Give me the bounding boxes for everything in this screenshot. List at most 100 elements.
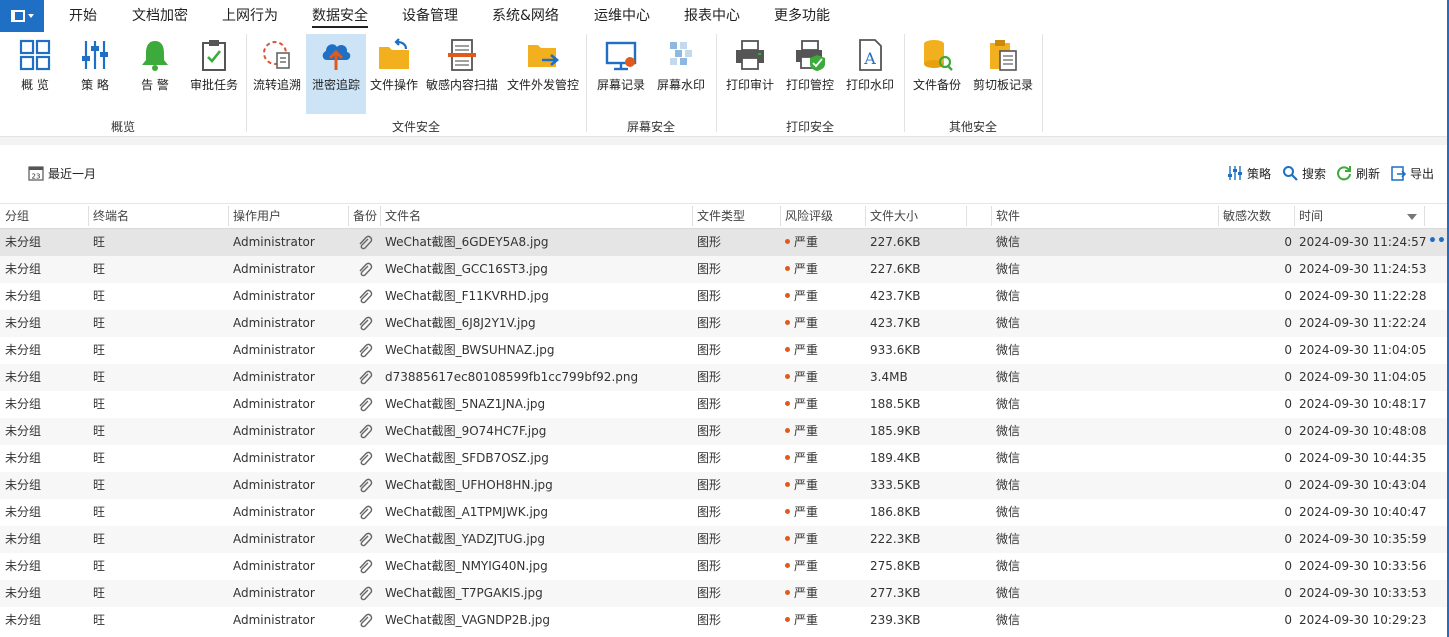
attachment-clip-icon[interactable] (357, 235, 373, 251)
column-header-terminal[interactable]: 终端名 (88, 204, 228, 229)
column-header-time[interactable]: 时间 (1294, 204, 1424, 229)
export-button[interactable]: 导出 (1390, 163, 1434, 183)
cell-user: Administrator (233, 289, 315, 303)
column-header-risk-level[interactable]: 风险评级 (780, 204, 865, 229)
column-header-file-size[interactable]: 文件大小 (865, 204, 966, 229)
risk-level-text: 严重 (794, 262, 819, 276)
cell-file-name: WeChat截图_SFDB7OSZ.jpg (385, 451, 549, 465)
screen-record-icon (605, 41, 637, 71)
column-divider[interactable] (1424, 206, 1425, 226)
menu-item-system-network[interactable]: 系统&网络 (492, 0, 559, 32)
risk-severe-dot-icon (785, 347, 790, 352)
row-more-options-icon[interactable]: ••• (1428, 229, 1449, 256)
cell-time: 2024-09-30 10:48:08 (1299, 424, 1427, 438)
cell-time: 2024-09-30 11:04:05 (1299, 343, 1427, 357)
column-header-blank[interactable] (966, 204, 991, 229)
table-row[interactable]: 未分组 旺 Administrator WeChat截图_GCC16ST3.jpg 图形… (0, 256, 1449, 283)
file-backup-icon (924, 40, 953, 71)
table-row[interactable]: 未分组 旺 Administrator WeChat截图_F11KVRHD.jpg 图形… (0, 283, 1449, 310)
overview-button[interactable]: 概 览 (10, 34, 60, 112)
table-row[interactable]: 未分组 旺 Administrator WeChat截图_SFDB7OSZ.jpg 图形… (0, 445, 1449, 472)
print-watermark-button[interactable]: A 打印水印 (842, 34, 898, 112)
table-row[interactable]: 未分组 旺 Administrator WeChat截图_UFHOH8HN.jpg 图形… (0, 472, 1449, 499)
menu-item-ops-center[interactable]: 运维中心 (594, 0, 650, 32)
table-row[interactable]: 未分组 旺 Administrator WeChat截图_T7PGAKIS.jpg 图形… (0, 580, 1449, 607)
screen-record-button[interactable]: 屏幕记录 (594, 34, 648, 112)
table-row[interactable]: 未分组 旺 Administrator WeChat截图_5NAZ1JNA.jpg 图形… (0, 391, 1449, 418)
table-row[interactable]: 未分组 旺 Administrator WeChat截图_VAGNDP2B.jpg 图形… (0, 607, 1449, 634)
cell-file-size: 185.9KB (870, 424, 921, 438)
flow-trace-button[interactable]: 流转追溯 (250, 34, 304, 112)
print-control-button[interactable]: 打印管控 (782, 34, 838, 112)
search-button[interactable]: 搜索 (1282, 163, 1326, 183)
attachment-clip-icon[interactable] (357, 343, 373, 359)
file-backup-button[interactable]: 文件备份 (910, 34, 964, 112)
app-menu-button[interactable] (0, 0, 44, 32)
sensitive-scan-button[interactable]: 敏感内容扫描 (424, 34, 500, 112)
column-header-sensitive-count[interactable]: 敏感次数 (1218, 204, 1294, 229)
refresh-button[interactable]: 刷新 (1336, 163, 1380, 183)
table-row[interactable]: 未分组 旺 Administrator WeChat截图_A1TPMJWK.jpg 图形… (0, 499, 1449, 526)
print-audit-button[interactable]: 打印审计 (724, 34, 776, 112)
screen-watermark-icon (670, 42, 692, 65)
column-header-software[interactable]: 软件 (991, 204, 1218, 229)
clipboard-record-button[interactable]: 剪切板记录 (970, 34, 1036, 112)
chevron-down-icon (27, 14, 34, 18)
file-operation-button[interactable]: 文件操作 (368, 34, 420, 112)
cell-group: 未分组 (5, 505, 42, 519)
attachment-clip-icon[interactable] (357, 397, 373, 413)
column-header-backup[interactable]: 备份 (348, 204, 380, 229)
attachment-clip-icon[interactable] (357, 532, 373, 548)
cell-software: 微信 (996, 451, 1021, 465)
table-row[interactable]: 未分组 旺 Administrator WeChat截图_6J8J2Y1V.jpg 图形… (0, 310, 1449, 337)
menu-item-data-security[interactable]: 数据安全 (312, 0, 368, 32)
risk-severe-dot-icon (785, 374, 790, 379)
table-row[interactable]: 未分组 旺 Administrator WeChat截图_NMYIG40N.jpg 图形… (0, 553, 1449, 580)
menu-item-internet-behavior[interactable]: 上网行为 (222, 0, 278, 32)
alarm-button[interactable]: 告 警 (130, 34, 180, 112)
policy-button[interactable]: 策 略 (70, 34, 120, 112)
attachment-clip-icon[interactable] (357, 613, 373, 629)
group-label-print-security: 打印安全 (785, 120, 834, 134)
attachment-clip-icon[interactable] (357, 451, 373, 467)
cell-software: 微信 (996, 424, 1021, 438)
cell-file-type: 图形 (697, 613, 722, 627)
cell-software: 微信 (996, 343, 1021, 357)
policy-toolbar-button[interactable]: 策略 (1227, 163, 1271, 183)
attachment-clip-icon[interactable] (357, 262, 373, 278)
file-outgoing-control-button[interactable]: 文件外发管控 (504, 34, 582, 112)
cell-user: Administrator (233, 316, 315, 330)
menu-item-start[interactable]: 开始 (69, 0, 97, 32)
cell-file-type: 图形 (697, 397, 722, 411)
sensitive-scan-document-icon (448, 39, 476, 71)
attachment-clip-icon[interactable] (357, 370, 373, 386)
screen-watermark-button[interactable]: 屏幕水印 (654, 34, 708, 112)
column-header-group[interactable]: 分组 (0, 204, 88, 229)
table-row[interactable]: 未分组 旺 Administrator WeChat截图_6GDEY5A8.jpg 图形… (0, 229, 1449, 256)
leak-tracking-button[interactable]: 泄密追踪 (306, 34, 366, 114)
sort-descending-icon[interactable] (1407, 213, 1417, 221)
column-header-user[interactable]: 操作用户 (228, 204, 348, 229)
column-header-file-type[interactable]: 文件类型 (692, 204, 780, 229)
attachment-clip-icon[interactable] (357, 505, 373, 521)
date-range-button[interactable]: 23 最近一月 (28, 163, 96, 183)
attachment-clip-icon[interactable] (357, 289, 373, 305)
menu-item-device-management[interactable]: 设备管理 (402, 0, 458, 32)
attachment-clip-icon[interactable] (357, 559, 373, 575)
menu-item-more-features[interactable]: 更多功能 (774, 0, 830, 32)
cell-file-type: 图形 (697, 586, 722, 600)
approval-task-button[interactable]: 审批任务 (186, 34, 242, 112)
attachment-clip-icon[interactable] (357, 586, 373, 602)
attachment-clip-icon[interactable] (357, 424, 373, 440)
attachment-clip-icon[interactable] (357, 316, 373, 332)
table-row[interactable]: 未分组 旺 Administrator WeChat截图_YADZJTUG.jpg 图形… (0, 526, 1449, 553)
cell-time: 2024-09-30 10:35:59 (1299, 532, 1427, 546)
table-row[interactable]: 未分组 旺 Administrator d73885617ec80108599fb1c… (0, 364, 1449, 391)
column-header-file-name[interactable]: 文件名 (380, 204, 692, 229)
cell-file-type: 图形 (697, 505, 722, 519)
table-row[interactable]: 未分组 旺 Administrator WeChat截图_BWSUHNAZ.jpg 图形… (0, 337, 1449, 364)
attachment-clip-icon[interactable] (357, 478, 373, 494)
table-row[interactable]: 未分组 旺 Administrator WeChat截图_9O74HC7F.jpg 图形… (0, 418, 1449, 445)
menu-item-document-encryption[interactable]: 文档加密 (132, 0, 188, 32)
menu-item-report-center[interactable]: 报表中心 (684, 0, 740, 32)
